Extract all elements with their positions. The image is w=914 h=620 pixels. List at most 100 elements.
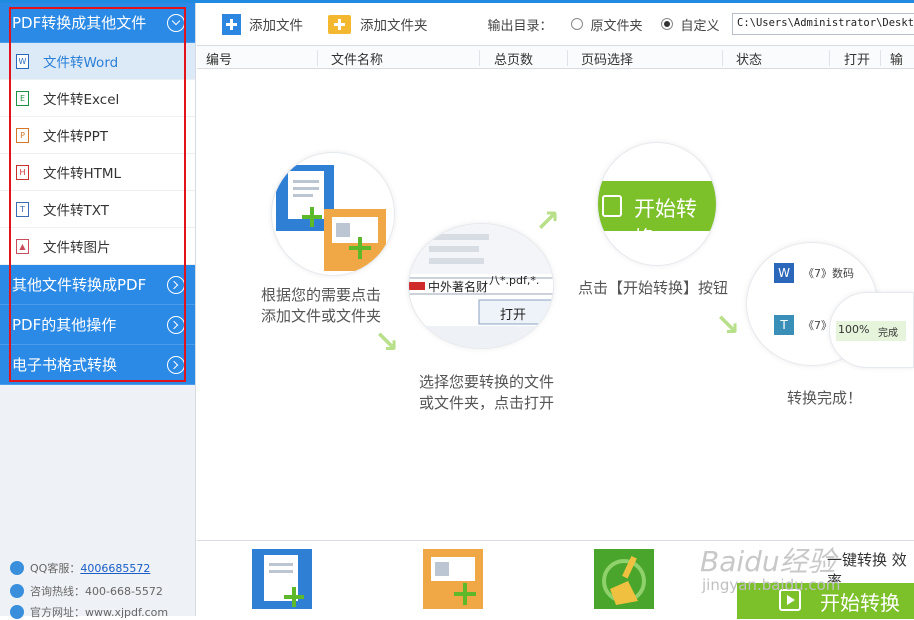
output-path-field[interactable]: C:\Users\Administrator\Desktop [732,13,914,35]
sidebar-item-label: 文件转Word [43,55,119,71]
radio-icon [570,18,583,30]
qq-icon [10,561,24,575]
add-folder-label: 添加文件夹 [360,18,428,34]
col-page-select[interactable]: 页码选择 [581,49,633,68]
chevron-right-icon [167,275,185,294]
empty-state-guide: 根据您的需要点击 添加文件或文件夹 ↘ 中外著名财 八*.pdf,*. 打开 选… [197,70,914,540]
step1-circle [271,152,395,276]
section-label: 其他文件转换成PDF [12,276,147,294]
section-label: 电子书格式转换 [12,356,118,374]
progress-circle: 100% 完成 [829,292,914,368]
step2-line1: 选择您要转换的文件 [419,373,555,391]
section-other-to-pdf[interactable]: 其他文件转换成PDF [0,265,195,305]
sidebar-item-to-txt[interactable]: T 文件转TXT [0,191,195,228]
site-text[interactable]: 官方网址：www.xjpdf.com [30,604,168,620]
column-divider [317,50,318,66]
chevron-down-icon [167,13,185,32]
section-label: PDF的其他操作 [12,316,117,334]
qq-link[interactable]: 4006685572 [80,562,150,575]
sidebar-item-label: 文件转图片 [43,240,111,256]
add-file-big-icon[interactable] [252,549,312,609]
sidebar: PDF转换成其他文件 W 文件转Word E 文件转Excel P 文件转PPT… [0,3,196,619]
hotline-text: 咨询热线：400-668-5572 [30,585,163,598]
done-status: 完成 [878,328,898,339]
sidebar-item-label: 文件转PPT [43,129,109,145]
globe-icon [10,605,24,619]
arrow-icon: ↗ [535,204,561,239]
sidebar-item-label: 文件转TXT [43,203,110,219]
add-file-icon [222,13,241,35]
section-pdf-to-other[interactable]: PDF转换成其他文件 [0,3,195,43]
section-pdf-other-ops[interactable]: PDF的其他操作 [0,305,195,345]
file-table-header: 编号 文件名称 总页数 页码选择 状态 打开 输出 [197,45,914,87]
dialog-open-button: 打开 [500,308,527,323]
word-doc-icon: W [774,263,794,283]
column-divider [880,50,881,66]
step2-line2: 或文件夹，点击打开 [419,394,555,412]
sidebar-item-to-image[interactable]: ▲ 文件转图片 [0,228,195,265]
image-file-icon: ▲ [16,238,29,254]
step1-text: 根据您的需要点击 添加文件或文件夹 [261,285,381,327]
done-item-1: 《7》数码 [803,267,854,280]
sidebar-item-label: 文件转Excel [43,92,120,108]
output-dir-label: 输出目录： [487,18,553,34]
txt-file-icon: T [16,201,29,217]
col-open[interactable]: 打开 [844,49,870,68]
sidebar-item-to-ppt[interactable]: P 文件转PPT [0,117,195,154]
add-file-button[interactable]: 添加文件 [222,13,303,35]
ppt-file-icon: P [16,127,29,143]
step3-start-label: 开始转换 [634,197,697,251]
headset-icon [10,584,24,598]
col-status[interactable]: 状态 [736,49,762,68]
sub-list: W 文件转Word E 文件转Excel P 文件转PPT H 文件转HTML … [0,43,195,265]
add-folder-big-icon[interactable] [423,549,483,609]
col-pages[interactable]: 总页数 [494,49,533,68]
sidebar-item-to-word[interactable]: W 文件转Word [0,43,195,80]
chevron-right-icon [167,355,185,374]
step3-text: 点击【开始转换】按钮 [578,279,729,297]
contact-hotline: 咨询热线：400-668-5572 [10,583,163,599]
sidebar-item-to-html[interactable]: H 文件转HTML [0,154,195,191]
play-icon [602,195,622,217]
arrow-icon: ↘ [715,308,741,343]
excel-file-icon: E [16,90,29,106]
contact-site: 官方网址：www.xjpdf.com [10,604,168,620]
txt-doc-icon: T [774,315,794,335]
arrow-icon: ↘ [374,325,400,360]
radio-label: 原文件夹 [590,18,643,34]
step2-text: 选择您要转换的文件 或文件夹，点击打开 [419,372,554,414]
step1-illustration [276,165,386,271]
sidebar-item-label: 文件转HTML [43,166,122,182]
column-divider [479,50,480,66]
radio-custom[interactable]: 自定义 [660,15,720,34]
col-number[interactable]: 编号 [206,49,232,68]
qq-label: QQ客服： [30,562,81,575]
html-file-icon: H [16,164,29,180]
add-file-label: 添加文件 [249,18,303,34]
col-filename[interactable]: 文件名称 [331,49,383,68]
watermark-logo: Baidu经验 [700,545,836,578]
column-divider [722,50,723,66]
done-percent: 100% [838,323,870,336]
radio-original-folder[interactable]: 原文件夹 [570,15,643,34]
radio-label: 自定义 [680,18,720,34]
toolbar: 添加文件 添加文件夹 输出目录： 原文件夹 自定义 C:\Users\Admin… [197,3,914,45]
clear-list-broom-icon[interactable] [594,549,654,609]
column-divider [567,50,568,66]
dialog-filename: 中外著名财 [428,280,489,294]
column-divider [829,50,830,66]
chevron-right-icon [167,315,185,334]
watermark-url: jingyan.baidu.com [702,576,841,594]
sidebar-item-to-excel[interactable]: E 文件转Excel [0,80,195,117]
section-ebook-convert[interactable]: 电子书格式转换 [0,345,195,385]
done-item-2: 《7》 [803,319,832,332]
add-folder-button[interactable]: 添加文件夹 [328,14,428,34]
step3-circle: 开始转换 [597,142,717,266]
step4-text: 转换完成！ [787,389,863,407]
contact-qq: QQ客服： 4006685572 [10,560,150,576]
word-file-icon: W [16,53,29,69]
radio-selected-icon [660,18,673,30]
dialog-filter: 八*.pdf,*. [489,274,540,287]
step1-line2: 添加文件或文件夹 [261,307,382,325]
section-label: PDF转换成其他文件 [12,14,147,32]
